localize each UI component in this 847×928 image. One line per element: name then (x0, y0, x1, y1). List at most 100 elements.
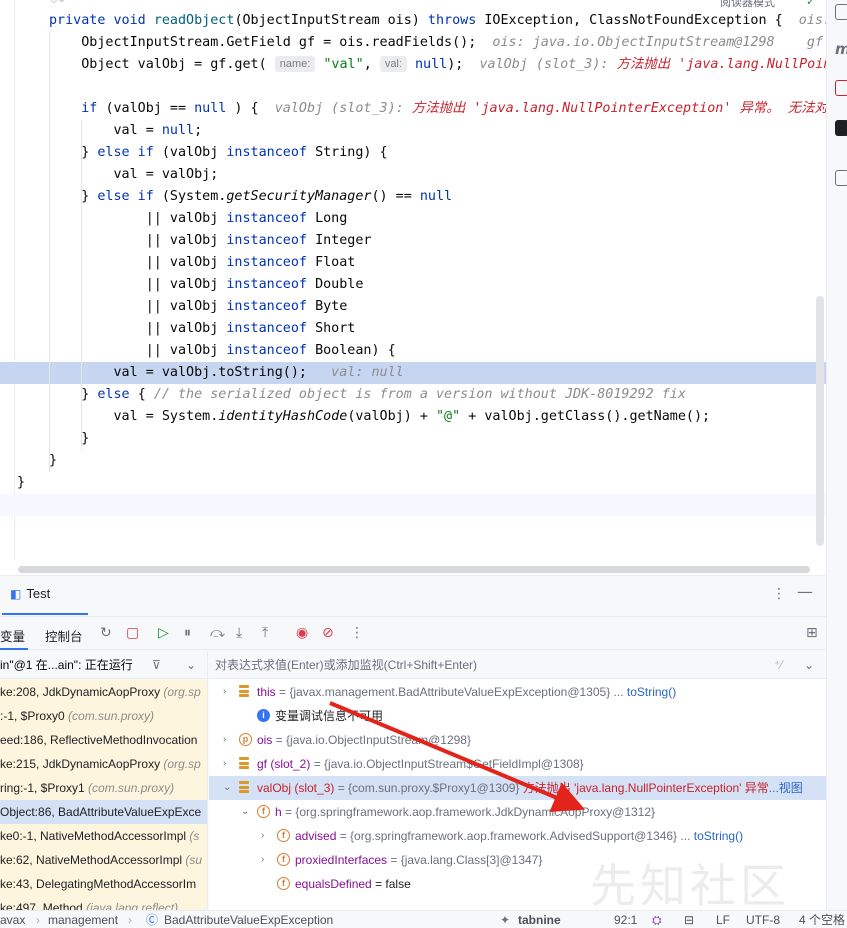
tab-variables[interactable]: 变量 (0, 626, 25, 645)
layout-settings-icon[interactable]: ⊞ (806, 625, 818, 641)
variable-link[interactable]: toString() (694, 829, 743, 843)
stack-frame[interactable]: ke:43, DelegatingMethodAccessorIm (0, 872, 207, 896)
stack-frame[interactable]: ke:497, Method (java.lang.reflect) (0, 896, 207, 911)
view-breakpoints-icon[interactable]: ◉ (296, 625, 308, 641)
minimize-icon[interactable]: — (797, 582, 813, 601)
code-line[interactable]: || valObj instanceof Float (0, 252, 826, 274)
code-line[interactable]: } else if (valObj instanceof String) { (0, 142, 826, 164)
add-watch-icon[interactable]: ⁺⁄ (774, 651, 782, 679)
code-token: Byte (315, 299, 348, 314)
mute-breakpoints-icon[interactable]: ⊘ (322, 625, 334, 641)
code-line[interactable]: } (0, 450, 826, 472)
ai-assistant-icon[interactable] (835, 120, 847, 136)
code-line[interactable] (0, 76, 826, 98)
expand-eval-icon[interactable]: ⌄ (804, 651, 814, 679)
variable-link[interactable]: toString() (627, 685, 676, 699)
code-line[interactable]: val = valObj.toString(); val: null (0, 362, 826, 384)
stack-frame[interactable]: Object:86, BadAttributeValueExpExce (0, 800, 207, 824)
variable-row[interactable]: › gf (slot_2) = {java.io.ObjectInputStrea… (209, 752, 826, 776)
code-line[interactable]: private void readObject(ObjectInputStrea… (0, 10, 826, 32)
expand-arrow-icon[interactable]: › (223, 728, 226, 752)
code-line[interactable]: } else if (System.getSecurityManager() =… (0, 186, 826, 208)
breadcrumb-item[interactable]: avax (0, 911, 25, 928)
code-line[interactable]: Object valObj = gf.get( name: "val", val… (0, 54, 826, 76)
variable-row[interactable]: › this = {javax.management.BadAttributeVa… (209, 680, 826, 704)
more-options-icon[interactable]: ⋮ (772, 586, 786, 602)
parameter-hint: name: (274, 56, 316, 72)
fold-marker-icon[interactable]: ◇⌄ (50, 0, 66, 5)
stack-frame[interactable]: ke0:-1, NativeMethodAccessorImpl (s (0, 824, 207, 848)
rerun-icon[interactable]: ↻ (100, 625, 112, 641)
stack-frame[interactable]: ring:-1, $Proxy1 (com.sun.proxy) (0, 776, 207, 800)
collapse-arrow-icon[interactable]: ⌄ (241, 800, 249, 824)
breadcrumb-item[interactable]: management (48, 911, 118, 928)
step-out-icon[interactable]: ⤒ (262, 625, 268, 641)
variable-row[interactable]: › f advised = {org.springframework.aop.fra… (209, 824, 826, 848)
code-line[interactable]: ObjectInputStream.GetField gf = ois.read… (0, 32, 826, 54)
stack-frame[interactable]: ke:62, NativeMethodAccessorImpl (su (0, 848, 207, 872)
notifications-icon[interactable] (835, 170, 847, 186)
code-line[interactable]: if (valObj == null ) { valObj (slot_3): … (0, 98, 826, 120)
maven-icon[interactable]: m (835, 40, 847, 58)
reader-mode-toggle[interactable]: 阅读器模式 (720, 0, 775, 10)
code-line[interactable]: || valObj instanceof Boolean) { (0, 340, 826, 362)
code-token: instanceof (226, 145, 316, 160)
chevron-down-icon[interactable]: ⌄ (186, 651, 196, 679)
code-line[interactable]: val = null; (0, 120, 826, 142)
variable-row[interactable]: › p ois = {java.io.ObjectInputStream@1298} (209, 728, 826, 752)
database-icon[interactable] (835, 4, 847, 20)
code-line[interactable]: || valObj instanceof Byte (0, 296, 826, 318)
variable-link[interactable]: ...视图 (769, 781, 803, 795)
step-over-icon[interactable]: ⤼ (210, 625, 225, 641)
frame-class: (org.sp (163, 685, 201, 699)
code-token: instanceof (226, 277, 316, 292)
code-line[interactable]: val = System.identityHashCode(valObj) + … (0, 406, 826, 428)
variable-name: advised (295, 829, 337, 843)
variable-row[interactable]: ⌄ f h = {org.springframework.aop.framework… (209, 800, 826, 824)
inspection-ok-icon[interactable]: ✓ (806, 0, 815, 8)
code-line[interactable] (0, 494, 826, 516)
evaluate-expression-input[interactable]: 对表达式求值(Enter)或添加监视(Ctrl+Shift+Enter) ⁺⁄ … (209, 651, 826, 679)
thread-selector[interactable]: in"@1 在...ain": 正在运行 ⊽ ⌄ (0, 651, 207, 679)
code-line[interactable]: } else { // the serialized object is fro… (0, 384, 826, 406)
stack-frame[interactable]: ke:215, JdkDynamicAopProxy (org.sp (0, 752, 207, 776)
expand-arrow-icon[interactable]: › (223, 752, 226, 776)
pause-icon[interactable]: ⏸ (184, 625, 191, 641)
indent-setting[interactable]: 4 个空格 (799, 911, 845, 928)
code-line[interactable]: } (0, 428, 826, 450)
filter-icon[interactable]: ⊽ (152, 651, 161, 679)
code-editor[interactable]: ◇⌄ 阅读器模式 ✓ private void readObject(Objec… (0, 0, 826, 575)
code-line[interactable]: || valObj instanceof Double (0, 274, 826, 296)
stack-frame[interactable]: eed:186, ReflectiveMethodInvocation (0, 728, 207, 752)
expand-arrow-icon[interactable]: › (261, 824, 264, 848)
variable-row[interactable]: i 变量调试信息不可用 (209, 704, 826, 728)
stop-icon[interactable]: ▢ (126, 625, 139, 641)
code-token: Long (315, 211, 348, 226)
tabnine-status[interactable]: tabnine (518, 911, 561, 928)
stack-frame[interactable]: :-1, $Proxy0 (com.sun.proxy) (0, 704, 207, 728)
tabnine-icon[interactable] (835, 80, 847, 96)
code-line[interactable]: } (0, 472, 826, 494)
resume-icon[interactable]: ▷ (158, 625, 169, 641)
breadcrumb-item[interactable]: BadAttributeValueExpException (164, 911, 333, 928)
editor-horizontal-scrollbar[interactable] (18, 566, 810, 573)
variable-name: equalsDefined (295, 877, 372, 891)
step-into-icon[interactable]: ⤓ (236, 625, 242, 641)
tab-test-run[interactable]: ◧ Test (10, 586, 50, 601)
code-line[interactable]: || valObj instanceof Long (0, 208, 826, 230)
collapse-arrow-icon[interactable]: ⌄ (223, 776, 231, 800)
toolbar-more-icon[interactable]: ⋮ (350, 625, 364, 641)
stack-frame[interactable]: ke:208, JdkDynamicAopProxy (org.sp (0, 680, 207, 704)
code-line[interactable]: || valObj instanceof Short (0, 318, 826, 340)
expand-arrow-icon[interactable]: › (261, 848, 264, 872)
variable-text: equalsDefined = false (295, 872, 411, 896)
code-line[interactable]: || valObj instanceof Integer (0, 230, 826, 252)
local-variable-icon (239, 685, 249, 699)
editor-vertical-scrollbar[interactable] (816, 296, 824, 546)
code-line[interactable]: val = valObj; (0, 164, 826, 186)
code-token: instanceof (226, 255, 316, 270)
variable-value: = {java.lang.Class[3]@1347} (387, 853, 543, 867)
tab-console[interactable]: 控制台 (45, 626, 83, 645)
expand-arrow-icon[interactable]: › (223, 680, 226, 704)
variable-row[interactable]: ⌄ valObj (slot_3) = {com.sun.proxy.$Proxy… (209, 776, 826, 800)
